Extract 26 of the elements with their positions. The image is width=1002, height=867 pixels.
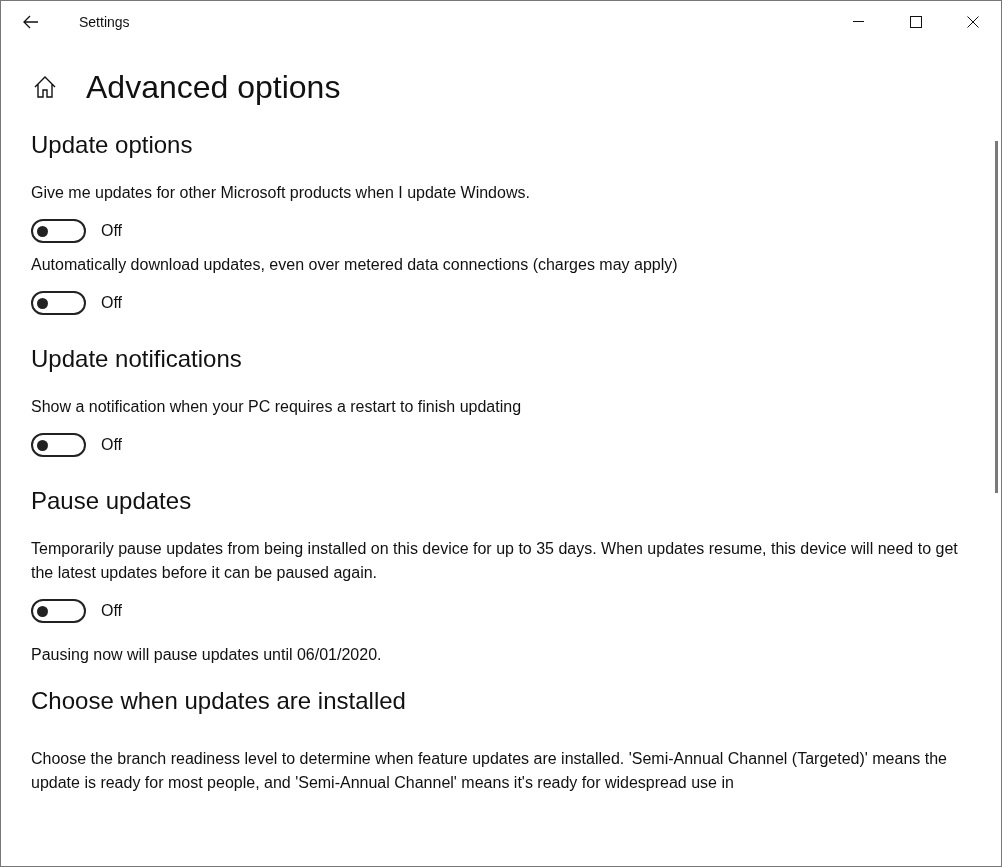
toggle-switch[interactable] (31, 599, 86, 623)
setting-label: Give me updates for other Microsoft products when I update Windows. (31, 183, 531, 203)
scrollbar[interactable] (995, 141, 998, 493)
window-title: Settings (79, 12, 130, 32)
section-heading: Update notifications (31, 344, 243, 374)
page-title: Advanced options (86, 68, 341, 107)
minimize-icon (853, 21, 864, 23)
description-text: Pausing now will pause updates until 06/01/2020. (31, 645, 383, 665)
toggle-switch[interactable] (31, 219, 86, 243)
setting-label: Show a notification when your PC requires a restart to finish updating (31, 397, 523, 417)
toggle-switch[interactable] (31, 291, 86, 315)
section-heading: Choose when updates are installed (31, 686, 407, 716)
setting-label: Temporarily pause updates from being installed on this device for up to 35 days. When updates resume, this device will need to get the latest updates before it can be paused again. (31, 539, 959, 583)
setting-label: Automatically download updates, even over metered data connections (charges may apply) (31, 255, 679, 275)
close-icon (966, 16, 979, 28)
section-heading: Update options (31, 130, 194, 160)
description-text: Choose the branch readiness level to determine when feature updates are installed. 'Semi-Annual Channel (Targeted)' means the update is ready for most people, and 'Semi-Annual Channel' means it's ready for widespread use in (31, 749, 948, 793)
back-arrow-icon (23, 15, 39, 29)
section-heading: Pause updates (31, 486, 193, 516)
toggle-switch[interactable] (31, 433, 86, 457)
home-icon[interactable] (33, 76, 57, 98)
maximize-icon (909, 16, 922, 28)
toggle-state: Off (101, 435, 123, 455)
toggle-state: Off (101, 293, 123, 313)
toggle-state: Off (101, 601, 123, 621)
toggle-state: Off (101, 221, 123, 241)
